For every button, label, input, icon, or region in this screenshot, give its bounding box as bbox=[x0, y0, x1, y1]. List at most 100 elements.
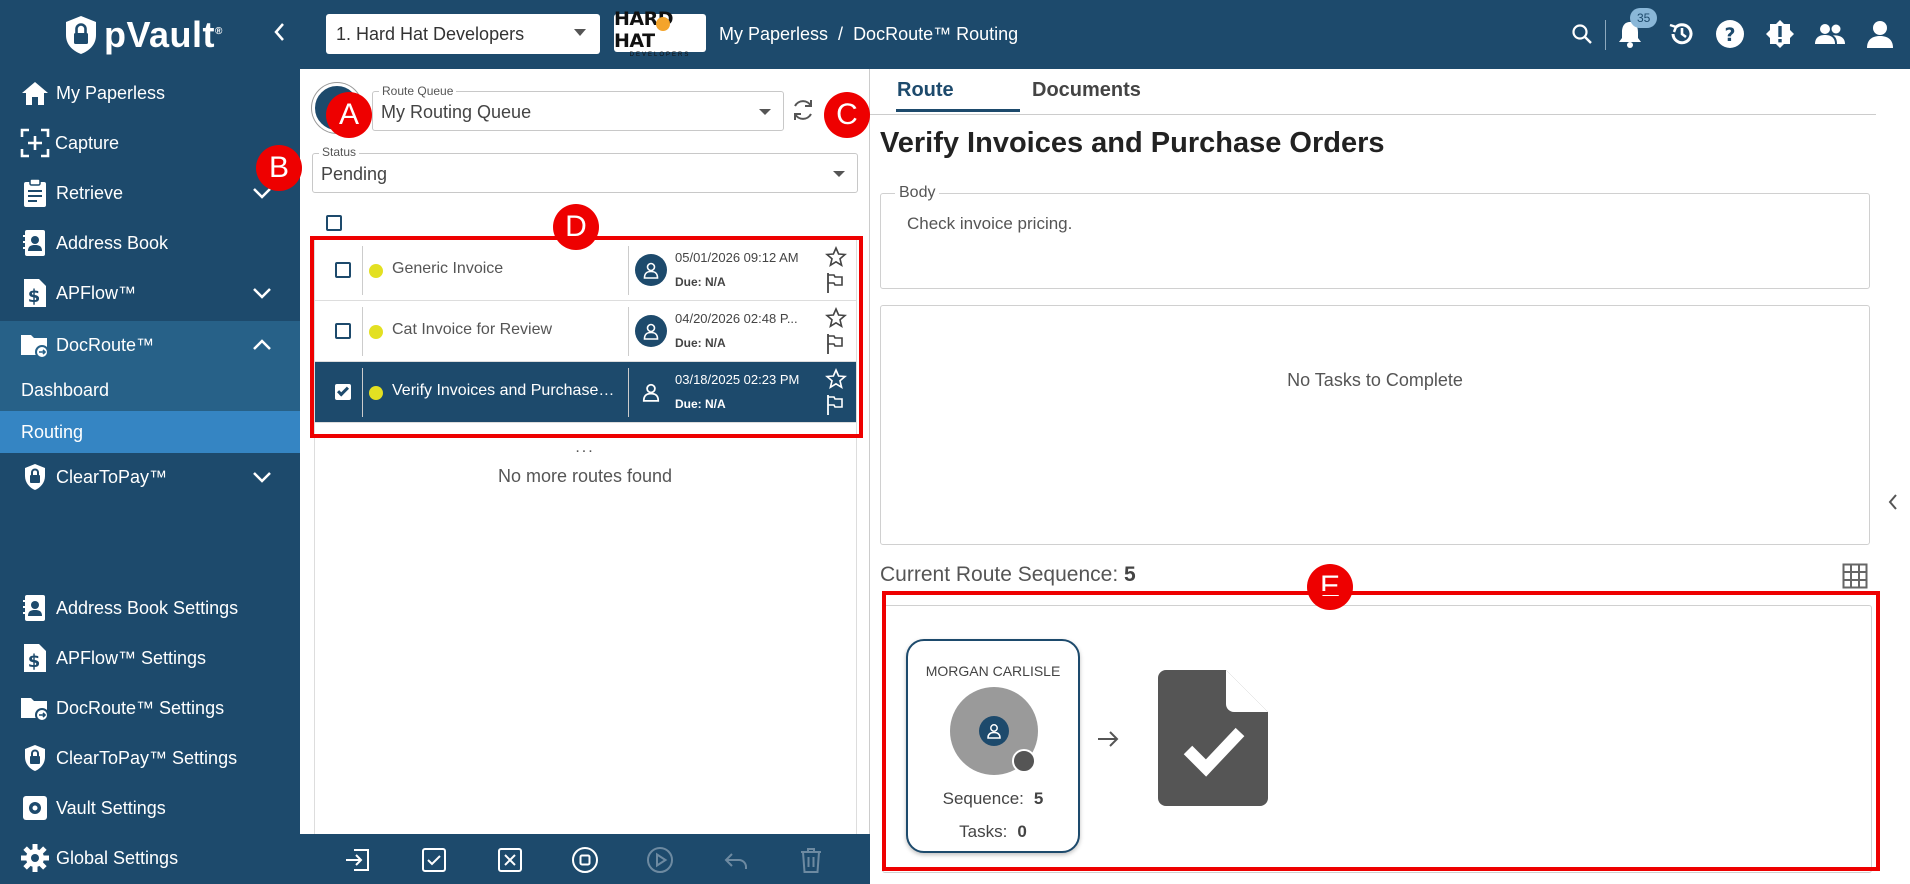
sidebar-item-apflow-settings[interactable]: $ APFlow™ Settings bbox=[0, 634, 300, 682]
body-box: Body Check invoice pricing. bbox=[880, 184, 1870, 289]
select-all-checkbox[interactable] bbox=[326, 215, 342, 231]
vault-gear-icon bbox=[20, 793, 50, 823]
body-text: Check invoice pricing. bbox=[907, 214, 1073, 233]
sidebar-item-label: Global Settings bbox=[56, 847, 179, 868]
grid-view-icon[interactable] bbox=[1842, 563, 1868, 594]
gear-icon bbox=[20, 843, 50, 873]
chevron-down-icon[interactable] bbox=[252, 283, 272, 304]
annotation-marker-a: A bbox=[326, 92, 372, 138]
dollar-doc-icon: $ bbox=[20, 278, 50, 308]
user-profile-icon[interactable] bbox=[1864, 18, 1896, 50]
undo-icon bbox=[722, 846, 750, 874]
app-name: pVault® bbox=[104, 14, 223, 55]
folder-route-icon bbox=[20, 330, 50, 360]
sidebar-item-cleartopay-settings[interactable]: ClearToPay™ Settings bbox=[0, 734, 300, 782]
sidebar-collapse-icon[interactable] bbox=[272, 18, 286, 50]
breadcrumb-my-paperless[interactable]: My Paperless bbox=[719, 24, 828, 45]
sidebar-item-global-settings[interactable]: Global Settings bbox=[0, 834, 300, 882]
route-detail-title: Verify Invoices and Purchase Orders bbox=[880, 127, 1385, 159]
search-icon[interactable] bbox=[1566, 18, 1598, 50]
capture-icon bbox=[20, 128, 50, 158]
notification-badge: 35 bbox=[1630, 8, 1658, 28]
sidebar-item-capture[interactable]: Capture bbox=[0, 119, 300, 167]
import-icon[interactable] bbox=[344, 846, 372, 874]
company-logo: HARD HAT DEVELOPERS bbox=[614, 8, 706, 58]
sidebar-subitem-routing[interactable]: Routing bbox=[0, 411, 300, 453]
approve-icon[interactable] bbox=[420, 846, 448, 874]
sidebar-item-address-book-settings[interactable]: Address Book Settings bbox=[0, 584, 300, 632]
shield-lock-icon bbox=[20, 743, 50, 773]
svg-text:?: ? bbox=[1724, 24, 1735, 46]
chevron-up-icon[interactable] bbox=[252, 335, 272, 356]
clipboard-icon bbox=[20, 178, 50, 208]
company-select[interactable]: 1. Hard Hat Developers bbox=[326, 14, 600, 54]
status-label: Status bbox=[319, 145, 360, 159]
trash-icon bbox=[797, 846, 825, 874]
shield-lock-icon bbox=[20, 462, 50, 492]
annotation-box-e bbox=[882, 591, 1880, 871]
alert-icon[interactable] bbox=[1764, 18, 1796, 50]
sun-icon bbox=[656, 17, 670, 31]
folder-route-icon bbox=[20, 693, 50, 723]
sidebar-subitem-dashboard[interactable]: Dashboard bbox=[0, 369, 300, 411]
app-logo[interactable]: pVault® bbox=[64, 14, 223, 56]
sidebar-item-label: Address Book bbox=[56, 232, 169, 253]
tab-documents[interactable]: Documents bbox=[1032, 79, 1141, 102]
chevron-down-icon[interactable] bbox=[252, 467, 272, 488]
sidebar: My Paperless Capture Retrieve Address Bo… bbox=[0, 69, 300, 884]
status-select[interactable]: Status Pending bbox=[312, 145, 858, 193]
sidebar-item-docroute[interactable]: DocRoute™ bbox=[0, 321, 300, 369]
no-more-routes-text: No more routes found bbox=[497, 466, 673, 486]
sidebar-item-apflow[interactable]: $ APFlow™ bbox=[0, 269, 300, 317]
route-queue-label: Route Queue bbox=[379, 84, 457, 98]
annotation-marker-b: B bbox=[256, 145, 302, 191]
refresh-icon[interactable] bbox=[790, 97, 816, 128]
route-sequence-heading: Current Route Sequence: 5 bbox=[880, 563, 1136, 587]
sidebar-item-label: Vault Settings bbox=[56, 797, 166, 818]
breadcrumb-separator: / bbox=[838, 24, 844, 44]
sidebar-item-label: DocRoute™ Settings bbox=[56, 697, 225, 718]
chevron-left-icon[interactable] bbox=[1887, 493, 1899, 516]
history-icon[interactable] bbox=[1666, 18, 1698, 50]
sidebar-item-retrieve[interactable]: Retrieve bbox=[0, 169, 300, 217]
route-sequence-label: Current Route Sequence: bbox=[880, 563, 1119, 586]
breadcrumb-current: DocRoute™ Routing bbox=[853, 24, 1019, 44]
sidebar-item-my-paperless[interactable]: My Paperless bbox=[0, 69, 300, 117]
sidebar-item-vault-settings[interactable]: Vault Settings bbox=[0, 784, 300, 832]
sidebar-item-label: Address Book Settings bbox=[56, 597, 239, 618]
active-tab-indicator bbox=[896, 109, 1020, 112]
address-book-icon bbox=[20, 228, 50, 258]
sidebar-item-label: APFlow™ Settings bbox=[56, 647, 207, 668]
sidebar-item-docroute-settings[interactable]: DocRoute™ Settings bbox=[0, 684, 300, 732]
svg-text:$: $ bbox=[28, 286, 41, 307]
sidebar-item-label: ClearToPay™ bbox=[56, 466, 168, 487]
company-logo-sub: DEVELOPERS bbox=[629, 52, 691, 58]
loading-ellipsis: ... bbox=[575, 439, 595, 456]
no-tasks-text: No Tasks to Complete bbox=[1287, 370, 1463, 390]
sidebar-item-cleartopay[interactable]: ClearToPay™ bbox=[0, 453, 300, 501]
route-queue-value: My Routing Queue bbox=[381, 102, 532, 122]
sidebar-item-label: ClearToPay™ Settings bbox=[56, 747, 238, 768]
sidebar-item-label: APFlow™ bbox=[56, 282, 137, 303]
play-icon bbox=[646, 846, 674, 874]
tab-route[interactable]: Route bbox=[897, 79, 954, 102]
address-book-icon bbox=[20, 593, 50, 623]
sidebar-subitem-label: Routing bbox=[21, 421, 84, 442]
sidebar-subitem-label: Dashboard bbox=[21, 379, 110, 400]
route-queue-select[interactable]: Route Queue My Routing Queue bbox=[372, 84, 784, 131]
top-bar: pVault® 1. Hard Hat Developers HARD HAT … bbox=[0, 0, 1910, 69]
breadcrumb: My Paperless / DocRoute™ Routing bbox=[719, 24, 1018, 45]
sidebar-item-label: My Paperless bbox=[56, 82, 166, 103]
annotation-marker-c: C bbox=[824, 92, 870, 138]
chevron-down-icon bbox=[574, 29, 586, 36]
sidebar-item-label: Retrieve bbox=[56, 182, 124, 203]
help-icon[interactable]: ? bbox=[1714, 18, 1746, 50]
chevron-down-icon bbox=[759, 109, 771, 115]
stop-icon[interactable] bbox=[571, 846, 599, 874]
sidebar-item-address-book[interactable]: Address Book bbox=[0, 219, 300, 267]
route-sequence-value: 5 bbox=[1124, 563, 1136, 586]
sidebar-item-label: DocRoute™ bbox=[56, 334, 155, 355]
reject-icon[interactable] bbox=[496, 846, 524, 874]
users-icon[interactable] bbox=[1814, 18, 1846, 50]
tasks-box: No Tasks to Complete bbox=[880, 305, 1870, 545]
